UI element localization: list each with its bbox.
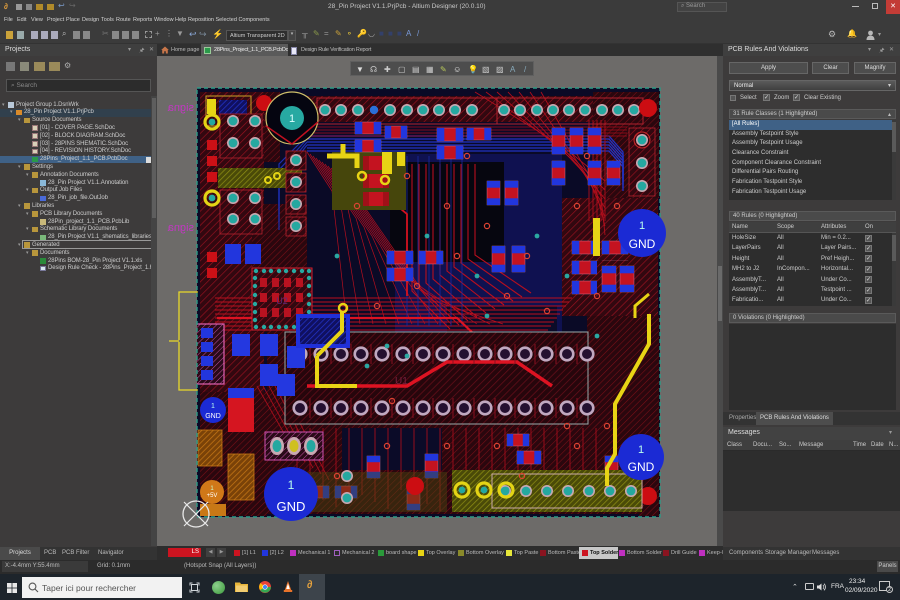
svg-text:1: 1	[639, 220, 645, 232]
svg-text:GND: GND	[629, 237, 656, 251]
svg-text:signa: signa	[167, 102, 194, 114]
svg-text:signa: signa	[167, 222, 194, 234]
svg-text:GND: GND	[205, 413, 221, 420]
svg-text:1: 1	[289, 113, 295, 125]
svg-text:U2: U2	[276, 296, 288, 306]
svg-text:1: 1	[638, 444, 644, 456]
svg-text:U1: U1	[395, 376, 408, 387]
svg-text:GND: GND	[277, 499, 306, 514]
svg-text:+5V: +5V	[207, 493, 218, 499]
svg-text:GND: GND	[628, 460, 655, 474]
svg-text:1: 1	[288, 478, 295, 492]
svg-text:1: 1	[211, 403, 215, 410]
